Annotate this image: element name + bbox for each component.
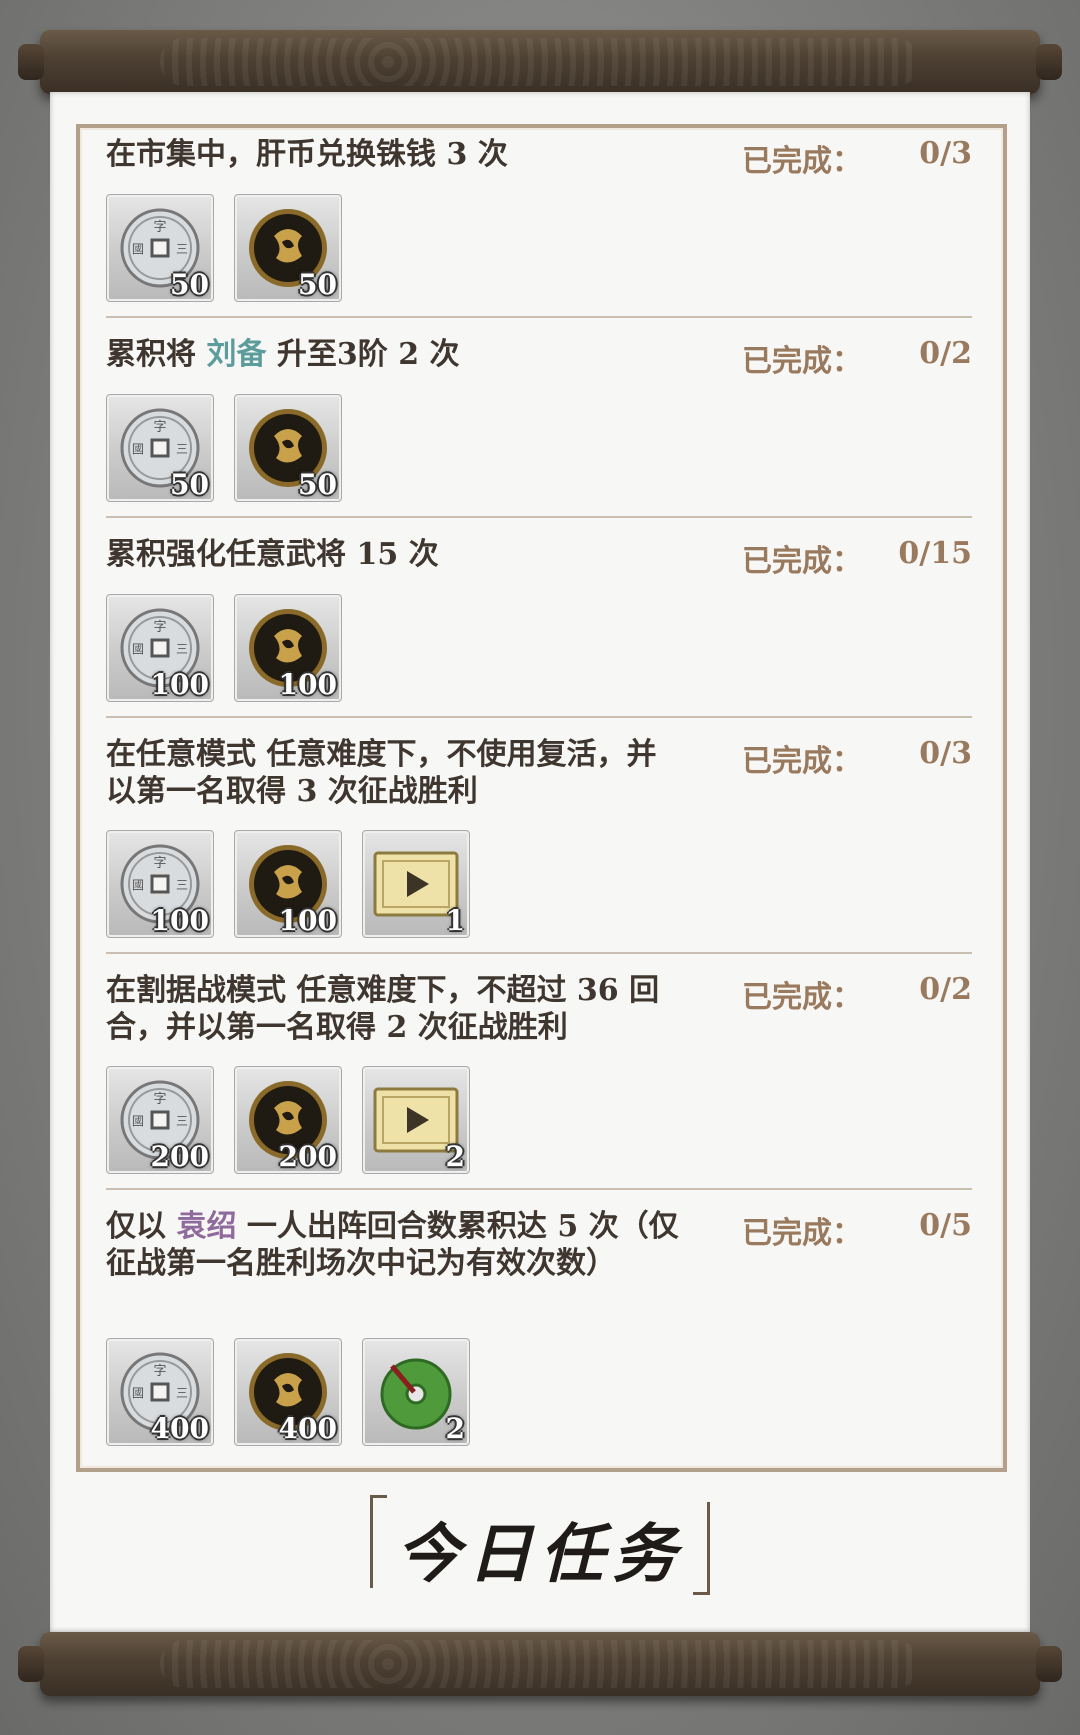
page-title: 今日任务	[396, 1517, 684, 1592]
quest-list-panel[interactable]: 在市集中，肝币兑换铢钱 3 次 已完成： 0/3 字國三 50 50 累积将 刘…	[76, 124, 1007, 1472]
hero-name-highlight: 刘备	[206, 337, 267, 372]
reward-item-silver-coin[interactable]: 字國 三 400	[106, 1338, 214, 1446]
reward-item-gold-coin[interactable]: 50	[234, 394, 342, 502]
reward-item-silver-coin[interactable]: 字國 三 50	[106, 194, 214, 302]
quest-description: 累积强化任意武将 15 次	[106, 537, 439, 572]
quest-progress: 0/3	[919, 136, 972, 171]
svg-text:三: 三	[176, 1386, 188, 1400]
completed-label: 已完成：	[742, 1216, 862, 1251]
reward-quantity: 200	[150, 1140, 209, 1173]
svg-text:國: 國	[132, 642, 144, 656]
svg-text:三: 三	[176, 1114, 188, 1128]
reward-item-silver-coin[interactable]: 字國 三 200	[106, 1066, 214, 1174]
rod-cap-right	[1036, 1646, 1062, 1682]
reward-item-gold-coin[interactable]: 200	[234, 1066, 342, 1174]
reward-list: 字國 三 400 400 2	[106, 1338, 470, 1446]
reward-quantity: 50	[170, 468, 209, 501]
reward-item-ticket[interactable]: 2	[362, 1066, 470, 1174]
svg-text:字: 字	[153, 420, 166, 435]
svg-text:字: 字	[153, 1364, 166, 1379]
reward-quantity: 100	[150, 904, 209, 937]
completed-label: 已完成：	[742, 744, 862, 779]
rod-cap-right	[1036, 44, 1062, 80]
quest-description: 在任意模式 任意难度下，不使用复活，并以第一名取得 3 次征战胜利	[106, 737, 657, 809]
svg-text:字: 字	[153, 856, 166, 871]
completed-label: 已完成：	[742, 344, 862, 379]
completed-label: 已完成：	[742, 980, 862, 1015]
svg-text:國: 國	[132, 1386, 144, 1400]
svg-text:國: 國	[132, 242, 144, 256]
reward-item-silver-coin[interactable]: 字國 三 50	[106, 394, 214, 502]
quest-divider	[106, 516, 972, 518]
reward-quantity: 1	[445, 904, 465, 937]
svg-text:三: 三	[176, 642, 188, 656]
svg-text:國: 國	[132, 878, 144, 892]
reward-quantity: 2	[445, 1140, 465, 1173]
svg-text:三: 三	[176, 442, 188, 456]
title-block: 今日任务	[370, 1495, 710, 1595]
rod-cap-left	[18, 44, 44, 80]
quest-description: 累积将 刘备 升至3阶 2 次	[106, 337, 460, 372]
quest-divider	[106, 716, 972, 718]
completed-label: 已完成：	[742, 544, 862, 579]
reward-list: 字國 三 100 100	[106, 594, 342, 702]
svg-text:字: 字	[153, 1092, 166, 1107]
svg-text:三: 三	[176, 878, 188, 892]
quest-description: 在市集中，肝币兑换铢钱 3 次	[106, 137, 508, 172]
reward-quantity: 100	[150, 668, 209, 701]
reward-quantity: 50	[170, 268, 209, 301]
svg-text:國: 國	[132, 442, 144, 456]
reward-item-gold-coin[interactable]: 50	[234, 194, 342, 302]
completed-label: 已完成：	[742, 144, 862, 179]
scroll-rod-bottom	[18, 1632, 1062, 1696]
svg-text:字: 字	[153, 620, 166, 635]
quest-progress: 0/5	[919, 1208, 972, 1243]
reward-quantity: 100	[278, 668, 337, 701]
reward-quantity: 100	[278, 904, 337, 937]
reward-list: 字國 三 200 200 2	[106, 1066, 470, 1174]
reward-item-gold-coin[interactable]: 100	[234, 594, 342, 702]
reward-quantity: 200	[278, 1140, 337, 1173]
quest-divider	[106, 952, 972, 954]
quest-description: 仅以 袁绍 一人出阵回合数累积达 5 次（仅征战第一名胜利场次中记为有效次数）	[106, 1209, 679, 1281]
reward-item-silver-coin[interactable]: 字國 三 100	[106, 594, 214, 702]
reward-quantity: 400	[150, 1412, 209, 1445]
reward-quantity: 50	[298, 468, 337, 501]
reward-item-jade[interactable]: 2	[362, 1338, 470, 1446]
svg-text:三: 三	[176, 242, 188, 256]
scroll-rod-top	[18, 30, 1062, 94]
reward-item-ticket[interactable]: 1	[362, 830, 470, 938]
quest-divider	[106, 316, 972, 318]
quest-progress: 0/2	[919, 336, 972, 371]
quest-progress: 0/15	[898, 536, 972, 571]
svg-text:國: 國	[132, 1114, 144, 1128]
quest-divider	[106, 1188, 972, 1190]
reward-list: 字國 三 100 100 1	[106, 830, 470, 938]
rod-cap-left	[18, 1646, 44, 1682]
reward-item-silver-coin[interactable]: 字國 三 100	[106, 830, 214, 938]
hero-name-highlight: 袁绍	[176, 1209, 237, 1244]
reward-quantity: 400	[278, 1412, 337, 1445]
reward-list: 字國 三 50 50	[106, 394, 342, 502]
quest-progress: 0/3	[919, 736, 972, 771]
svg-text:字: 字	[153, 220, 166, 235]
reward-quantity: 2	[445, 1412, 465, 1445]
reward-quantity: 50	[298, 268, 337, 301]
reward-list: 字國 三 50 50	[106, 194, 342, 302]
quest-description: 在割据战模式 任意难度下，不超过 36 回合，并以第一名取得 2 次征战胜利	[106, 973, 660, 1045]
reward-item-gold-coin[interactable]: 100	[234, 830, 342, 938]
quest-progress: 0/2	[919, 972, 972, 1007]
reward-item-gold-coin[interactable]: 400	[234, 1338, 342, 1446]
